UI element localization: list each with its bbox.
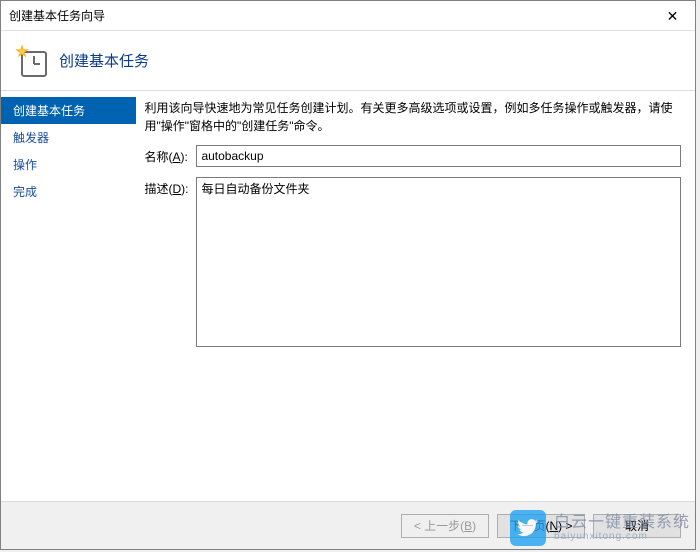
- wizard-window: 创建基本任务向导 ✕ 创建基本任务 创建基本任务 触发器 操作 完成: [0, 0, 696, 550]
- name-label: 名称(A):: [144, 145, 196, 165]
- description-row: 描述(D):: [144, 177, 681, 347]
- cancel-button[interactable]: 取消: [593, 514, 681, 538]
- sidebar-item-label: 完成: [13, 185, 37, 199]
- sidebar-item-create-basic-task[interactable]: 创建基本任务: [1, 97, 136, 124]
- description-label: 描述(D):: [144, 177, 196, 197]
- name-input[interactable]: [196, 145, 681, 167]
- intro-text: 利用该向导快速地为常见任务创建计划。有关更多高级选项或设置，例如多任务操作或触发…: [144, 99, 681, 135]
- back-button: < 上一步(B): [401, 514, 489, 538]
- wizard-steps: 创建基本任务 触发器 操作 完成: [1, 91, 136, 501]
- wizard-body: 创建基本任务 触发器 操作 完成 利用该向导快速地为常见任务创建计划。有关更多高…: [1, 91, 695, 501]
- window-title: 创建基本任务向导: [9, 7, 105, 24]
- task-wizard-icon: [15, 45, 47, 77]
- sidebar-item-trigger[interactable]: 触发器: [1, 124, 136, 151]
- banner-heading: 创建基本任务: [59, 50, 149, 71]
- titlebar: 创建基本任务向导 ✕: [1, 1, 695, 31]
- sidebar-item-action[interactable]: 操作: [1, 151, 136, 178]
- sidebar-item-label: 触发器: [13, 131, 49, 145]
- wizard-content: 利用该向导快速地为常见任务创建计划。有关更多高级选项或设置，例如多任务操作或触发…: [136, 91, 695, 501]
- banner: 创建基本任务: [1, 31, 695, 91]
- wizard-footer: < 上一步(B) 下一页(N) > 取消: [1, 501, 695, 549]
- next-button[interactable]: 下一页(N) >: [497, 514, 585, 538]
- close-button[interactable]: ✕: [650, 1, 695, 31]
- close-icon: ✕: [667, 9, 679, 23]
- name-row: 名称(A):: [144, 145, 681, 167]
- sidebar-item-finish[interactable]: 完成: [1, 178, 136, 205]
- sidebar-item-label: 创建基本任务: [13, 104, 85, 118]
- sidebar-item-label: 操作: [13, 158, 37, 172]
- description-input[interactable]: [196, 177, 681, 347]
